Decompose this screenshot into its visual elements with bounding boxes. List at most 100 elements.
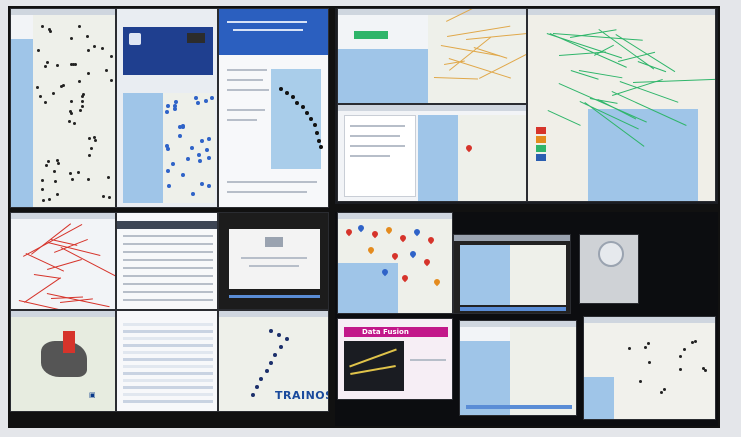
route-point	[317, 139, 321, 143]
map-marker	[172, 106, 177, 111]
table-row	[123, 400, 213, 403]
bottom-right-quadrant: Data Fusion	[335, 212, 718, 426]
map-marker	[38, 95, 42, 99]
route-point	[309, 117, 313, 121]
incident-markers-map-tile	[337, 212, 453, 314]
map-marker	[189, 146, 194, 151]
map-marker	[177, 133, 182, 138]
road-line	[47, 258, 83, 270]
table-row	[123, 393, 213, 396]
embedded-map-video-tile	[453, 234, 571, 314]
data-fusion-tile: Data Fusion	[337, 318, 453, 400]
coastal-map-tile	[337, 8, 527, 104]
incident-panel-map-tile	[337, 104, 527, 202]
map-marker	[206, 155, 211, 160]
regional-map-video-tile	[459, 320, 577, 416]
trainos-logo: TRAINOS	[275, 389, 329, 402]
table-row	[123, 386, 213, 389]
road-line	[25, 252, 65, 272]
traffic-flow-map-tile	[527, 8, 716, 202]
dot-density-map-tile	[10, 8, 116, 208]
map-marker	[35, 85, 39, 89]
trainos-logo-small: ▣	[89, 391, 97, 399]
table-row	[123, 323, 213, 326]
map-marker	[197, 159, 202, 164]
bottom-left-quadrant: ▣ TRAINOS	[10, 212, 329, 412]
map-marker	[109, 55, 113, 59]
table-row	[123, 351, 213, 354]
map-marker	[90, 146, 94, 150]
table-row	[123, 379, 213, 382]
route-point	[251, 393, 255, 397]
map-marker	[694, 339, 698, 343]
video-player-tile	[218, 212, 329, 310]
table-row	[123, 372, 213, 375]
street-grid-map-tile	[583, 316, 716, 420]
table-row	[123, 283, 213, 285]
map-marker	[44, 163, 48, 167]
map-marker	[180, 173, 185, 178]
map-marker	[86, 177, 90, 181]
map-marker	[78, 108, 82, 112]
road-network-map-tile	[10, 212, 116, 310]
route-point	[269, 361, 273, 365]
map-marker	[662, 387, 666, 391]
table-row	[123, 267, 213, 269]
map-marker	[41, 187, 45, 191]
table-row	[123, 275, 213, 277]
map-marker	[679, 354, 683, 358]
route-point	[319, 145, 323, 149]
map-marker	[166, 169, 171, 174]
road-line	[34, 273, 61, 279]
dark-status-tile	[579, 234, 639, 304]
route-point	[255, 385, 259, 389]
route-point	[259, 377, 263, 381]
route-point	[265, 369, 269, 373]
table-row	[123, 337, 213, 340]
top-left-quadrant	[10, 8, 329, 208]
map-marker	[51, 91, 55, 95]
map-marker	[55, 63, 59, 67]
map-marker	[180, 124, 185, 129]
map-marker	[70, 178, 74, 182]
map-marker	[104, 68, 108, 72]
3d-terrain-map-tile: ▣	[10, 310, 116, 412]
table-row	[123, 259, 213, 261]
route-point	[269, 329, 273, 333]
video-wall-bezel: ▣ TRAINOS Data Fusion	[8, 6, 720, 428]
route-point	[277, 333, 281, 337]
table-row	[123, 299, 213, 301]
map-marker	[57, 161, 61, 165]
route-portal-tile	[218, 8, 329, 208]
map-marker	[167, 183, 172, 188]
table-list-tile	[116, 212, 218, 310]
map-marker	[108, 195, 112, 199]
table-row	[123, 291, 213, 293]
map-marker	[206, 183, 211, 188]
data-fusion-title: Data Fusion	[362, 328, 409, 336]
map-marker	[55, 193, 59, 197]
route-point	[279, 345, 283, 349]
map-marker	[193, 95, 198, 100]
route-point	[305, 111, 309, 115]
map-marker	[166, 103, 171, 108]
map-marker	[627, 346, 631, 350]
route-point	[313, 123, 317, 127]
table-row	[123, 365, 213, 368]
control-room-wall: ▣ TRAINOS Data Fusion	[0, 0, 741, 437]
map-marker	[44, 64, 47, 68]
map-marker	[647, 341, 651, 345]
table-row	[123, 235, 213, 237]
map-marker	[67, 120, 71, 124]
map-marker	[36, 48, 40, 52]
table-row	[123, 330, 213, 333]
map-marker	[647, 360, 651, 364]
route-point	[285, 337, 289, 341]
top-right-quadrant	[335, 8, 718, 204]
map-marker	[76, 170, 80, 174]
map-marker	[207, 136, 212, 141]
route-point	[301, 105, 305, 109]
map-marker	[92, 44, 96, 48]
map-marker	[53, 180, 57, 184]
route-point	[285, 91, 289, 95]
